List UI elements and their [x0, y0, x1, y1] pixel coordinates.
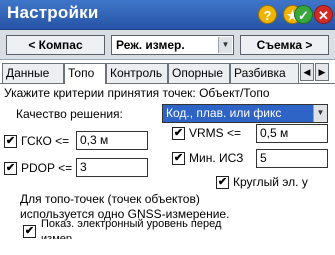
min-satellites-label: Мин. ИСЗ: [189, 151, 244, 165]
solution-quality-value: Код., плав. или фикс: [166, 106, 282, 120]
tab-scroll-right-icon[interactable]: ▶: [315, 63, 329, 81]
title-bar: Настройки ? ★ ✓ ✕: [0, 0, 335, 30]
show-level-label-line1: Показ. электронный уровень перед: [41, 218, 222, 230]
chevron-down-icon[interactable]: ▼: [313, 105, 327, 122]
gsko-checkbox[interactable]: ✔: [4, 135, 17, 148]
tab-stakeout[interactable]: Разбивка: [230, 63, 299, 83]
measure-mode-value: Реж. измер.: [116, 38, 185, 52]
tab-data[interactable]: Данные: [2, 63, 64, 83]
topo-note-line1: Для топо-точек (точек объектов): [20, 192, 200, 206]
close-icon[interactable]: ✕: [314, 5, 333, 24]
chevron-down-icon[interactable]: ▼: [218, 37, 232, 53]
window-title: Настройки: [7, 3, 99, 22]
help-icon[interactable]: ?: [258, 5, 277, 24]
tab-reference[interactable]: Опорные: [168, 63, 230, 83]
gsko-input[interactable]: 0,3 м: [76, 131, 148, 150]
round-level-checkbox[interactable]: ✔: [216, 176, 229, 189]
solution-quality-select[interactable]: Код., плав. или фикс ▼: [162, 104, 328, 123]
min-satellites-input[interactable]: 5: [256, 149, 328, 168]
criteria-instruction: Укажите критерии принятия точек: Объект/…: [4, 86, 270, 100]
pdop-checkbox[interactable]: ✔: [4, 162, 17, 175]
tab-scroll-left-icon[interactable]: ◀: [300, 63, 314, 81]
topo-panel: Укажите критерии принятия точек: Объект/…: [0, 83, 335, 255]
round-level-label: Круглый эл. у: [233, 175, 308, 189]
pdop-input[interactable]: 3: [76, 158, 148, 177]
ok-icon[interactable]: ✓: [294, 5, 313, 24]
next-survey-button[interactable]: Съемка >: [240, 35, 329, 55]
tab-strip: Данные Топо Контроль Опорные Разбивка ◀ …: [0, 63, 335, 84]
navigation-bar: < Компас Реж. измер. ▼ Съемка >: [0, 30, 335, 60]
gsko-label: ГСКО <=: [21, 134, 70, 148]
vrms-checkbox[interactable]: ✔: [172, 127, 185, 140]
show-level-checkbox[interactable]: ✔: [23, 225, 36, 238]
pdop-label: PDOP <=: [21, 161, 73, 175]
vrms-label: VRMS <=: [189, 126, 242, 140]
show-level-label-line2: измер.: [41, 233, 76, 239]
measure-mode-select[interactable]: Реж. измер. ▼: [111, 35, 234, 55]
tab-control[interactable]: Контроль: [106, 63, 168, 83]
solution-quality-label: Качество решения:: [16, 107, 123, 121]
back-compass-button[interactable]: < Компас: [6, 35, 105, 55]
tab-topo[interactable]: Топо: [64, 63, 106, 84]
min-satellites-checkbox[interactable]: ✔: [172, 152, 185, 165]
vrms-input[interactable]: 0,5 м: [256, 124, 328, 143]
